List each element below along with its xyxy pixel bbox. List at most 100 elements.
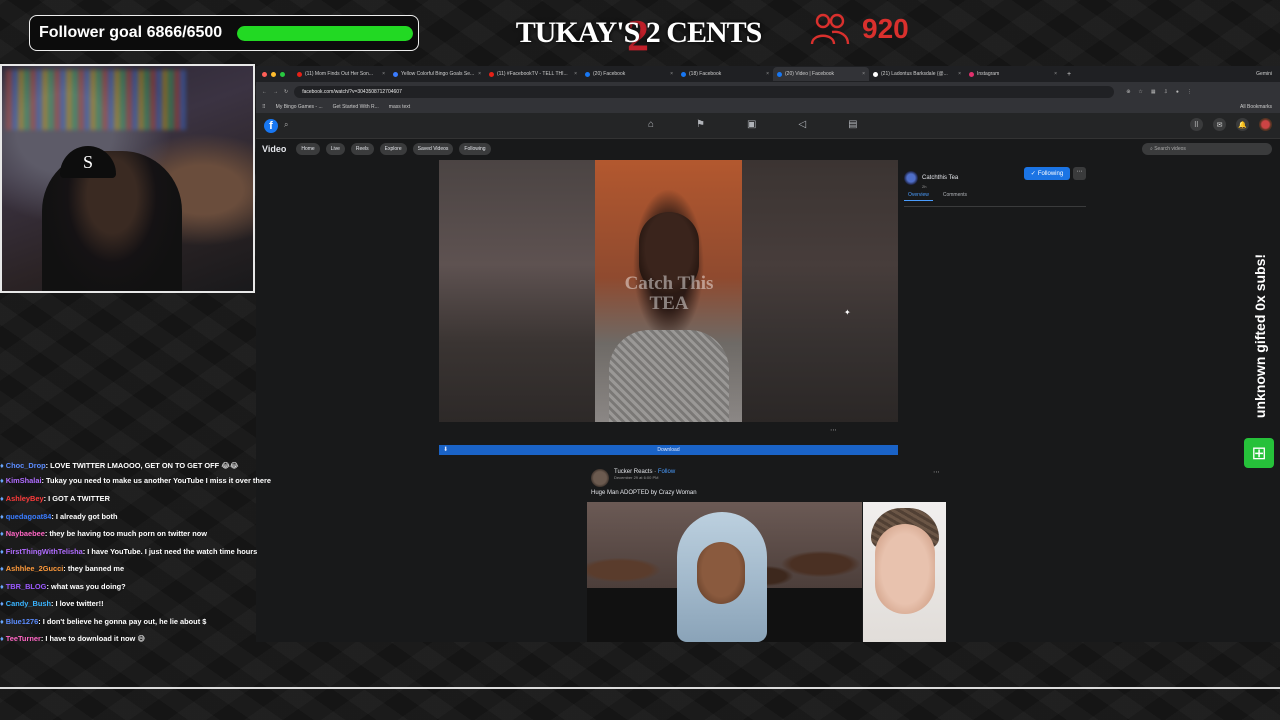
tab-comments[interactable]: Comments: [939, 190, 971, 201]
chat-message: ♦ Blue1276: I don't believe he gonna pay …: [0, 613, 282, 631]
tab-overview[interactable]: Overview: [904, 190, 933, 201]
video-nav-reels[interactable]: Reels: [350, 143, 374, 155]
chat-text: LOVE TWITTER LMAOOO, GET ON TO GET OFF 😂…: [50, 461, 239, 470]
video-player[interactable]: Catch This TEA: [439, 160, 898, 422]
bookmark-star-icon[interactable]: ☆: [1138, 89, 1142, 95]
tab-close-icon[interactable]: ×: [862, 71, 865, 77]
browser-tab[interactable]: Instagram ×: [965, 67, 1061, 81]
post-more-icon[interactable]: ⋯: [933, 468, 940, 476]
megaphone-icon[interactable]: ◁: [798, 119, 806, 130]
all-bookmarks-button[interactable]: All Bookmarks: [1240, 104, 1272, 110]
video-nav-live[interactable]: Live: [325, 143, 345, 155]
menu-grid-icon[interactable]: ⠿: [1190, 118, 1203, 131]
download-icon: ⬇: [443, 447, 449, 453]
bookmark-item[interactable]: mass text: [389, 104, 410, 110]
more-options-icon[interactable]: ⋯: [1073, 167, 1086, 180]
browser-tab[interactable]: Yellow Colorful Bingo Goals Se... ×: [389, 67, 485, 81]
post-thumbnail[interactable]: [587, 502, 862, 642]
chat-username[interactable]: TBR_BLOG: [6, 582, 47, 591]
browser-tab[interactable]: (18) Facebook ×: [677, 67, 773, 81]
browser-tab[interactable]: (11) #FacebookTV - TELL THI... ×: [485, 67, 581, 81]
post-author-avatar[interactable]: [591, 469, 609, 487]
bookmarks-bar: ⠿ My Bingo Games - ... Get Started With …: [256, 101, 1280, 113]
chat-badge-icon: ♦: [0, 529, 4, 538]
chat-badge-icon: ♦: [0, 546, 4, 556]
reload-icon[interactable]: ↻: [284, 89, 288, 95]
search-videos-input[interactable]: ⌕ Search videos: [1142, 143, 1272, 155]
chat-username[interactable]: Choc_Drop: [6, 461, 46, 470]
gemini-button[interactable]: Gemini: [1256, 71, 1272, 77]
bookmark-item[interactable]: My Bingo Games - ...: [276, 104, 323, 110]
tab-close-icon[interactable]: ×: [574, 71, 577, 77]
browser-tab[interactable]: (20) Video | Facebook ×: [773, 67, 869, 81]
minimize-window-button[interactable]: [271, 71, 276, 77]
video-nav-home[interactable]: Home: [296, 143, 320, 155]
menu-icon[interactable]: ⋮: [1187, 89, 1192, 95]
gaming-icon[interactable]: ▤: [848, 119, 857, 130]
player-more-icon[interactable]: ⋯: [830, 426, 837, 434]
chat-badge-icon: ♦: [0, 634, 4, 643]
channel-avatar[interactable]: [904, 170, 918, 185]
maximize-window-button[interactable]: [280, 71, 285, 77]
tab-close-icon[interactable]: ×: [670, 71, 673, 77]
chat-username[interactable]: KimShalai: [6, 476, 42, 485]
forward-icon[interactable]: →: [273, 89, 278, 95]
following-button[interactable]: ✓ Following: [1024, 167, 1070, 180]
chat-username[interactable]: TeeTurner: [6, 634, 41, 643]
video-nav-saved[interactable]: Saved Videos: [412, 143, 454, 155]
chat-username[interactable]: quedagoat84: [6, 512, 52, 521]
tab-close-icon[interactable]: ×: [766, 71, 769, 77]
extensions-icon[interactable]: ▦: [1151, 89, 1156, 95]
video-nav-following[interactable]: Following: [459, 143, 491, 155]
profile-icon[interactable]: ●: [1176, 89, 1179, 95]
chat-badge-icon: ♦: [0, 476, 4, 485]
browser-tab[interactable]: (21) Ladontus Barksdale (@... ×: [869, 67, 965, 81]
apps-icon[interactable]: ⠿: [262, 104, 266, 110]
downloads-icon[interactable]: ⇩: [1164, 89, 1168, 95]
tab-favicon-icon: [969, 71, 974, 77]
close-window-button[interactable]: [262, 71, 267, 77]
notifications-icon[interactable]: 🔔: [1236, 118, 1249, 131]
browser-window: (11) Mom Finds Out Her Son... × Yellow Col…: [256, 66, 1280, 642]
stream-brand-logo: 2 TUKAY'S 2 CENTS: [516, 12, 763, 54]
chat-username[interactable]: AshleyBey: [6, 494, 44, 503]
video-nav-explore[interactable]: Explore: [379, 143, 407, 155]
home-icon[interactable]: ⌂: [648, 119, 654, 130]
chat-username[interactable]: Ashhlee_2Gucci: [6, 564, 64, 573]
video-watermark: Catch This TEA: [599, 274, 739, 314]
new-tab-button[interactable]: +: [1061, 71, 1077, 78]
window-controls: [256, 71, 293, 77]
chat-message: ♦ AshleyBey: I GOT A TWITTER: [0, 490, 282, 508]
marketplace-icon[interactable]: ▣: [747, 119, 756, 130]
viewer-counter: 920: [810, 12, 909, 46]
chat-username[interactable]: Naybaebee: [6, 529, 45, 538]
chat-text: they be having too much porn on twitter …: [49, 529, 207, 538]
tab-close-icon[interactable]: ×: [1054, 71, 1057, 77]
channel-info[interactable]: Catchthis Tea 2h: [904, 166, 958, 189]
zoom-icon[interactable]: ⊕: [1126, 89, 1130, 95]
messenger-icon[interactable]: ✉: [1213, 118, 1226, 131]
account-avatar[interactable]: [1259, 118, 1272, 131]
browser-tab[interactable]: (20) Facebook ×: [581, 67, 677, 81]
tab-close-icon[interactable]: ×: [958, 71, 961, 77]
facebook-logo[interactable]: f: [264, 119, 278, 133]
chat-message: ♦ Candy_Bush: I love twitter!!: [0, 595, 282, 613]
chat-username[interactable]: FirstThingWithTelisha: [6, 547, 83, 556]
search-icon[interactable]: ⌕: [284, 120, 288, 130]
tab-close-icon[interactable]: ×: [382, 71, 385, 77]
chat-text: Tukay you need to make us another YouTub…: [46, 476, 271, 485]
download-button[interactable]: ⬇ Download: [439, 445, 898, 455]
tab-close-icon[interactable]: ×: [478, 71, 481, 77]
channel-name[interactable]: Catchthis Tea: [922, 175, 958, 181]
chat-username[interactable]: Candy_Bush: [6, 599, 51, 608]
browser-tabs: (11) Mom Finds Out Her Son... × Yellow Col…: [293, 67, 1061, 81]
tab-favicon-icon: [393, 71, 398, 77]
chat-username[interactable]: Blue1276: [6, 617, 38, 626]
flag-icon[interactable]: ⚑: [696, 119, 705, 130]
back-icon[interactable]: ←: [262, 89, 267, 95]
chat-message: ♦ FirstThingWithTelisha: I have YouTube. …: [0, 543, 282, 561]
url-field[interactable]: facebook.com/watch/?v=3043508712704607: [294, 85, 1115, 98]
browser-tab[interactable]: (11) Mom Finds Out Her Son... ×: [293, 67, 389, 81]
post-follow-link[interactable]: Follow: [658, 469, 675, 475]
bookmark-item[interactable]: Get Started With R...: [333, 104, 379, 110]
